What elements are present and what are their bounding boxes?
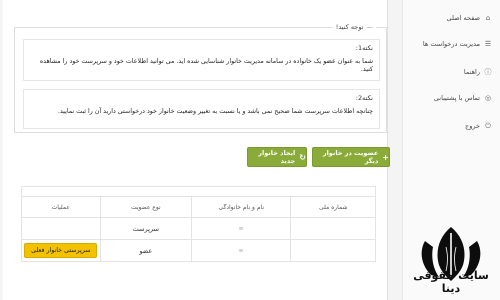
table-row: سرپرست <box>22 218 375 240</box>
sidebar-item-label: راهنما <box>463 68 480 76</box>
sidebar-item-support[interactable]: ◎ تماس با پشتیبانی <box>434 94 492 102</box>
create-new-label: ایجاد خانوار جدید <box>258 149 296 165</box>
national-id-cell <box>290 218 375 239</box>
note-text: چنانچه اطلاعات سرپرست شما صحیح نمی باشد … <box>57 108 373 115</box>
note-text: شما به عنوان عضو یک خانواده در سامانه مد… <box>39 58 373 74</box>
join-other-label: عضویت در خانوار دیگر <box>322 149 379 165</box>
note-title: نکته1: <box>355 44 373 52</box>
full-name-cell <box>191 240 290 261</box>
header-national-id: شماره ملی <box>290 197 375 217</box>
current-household-head-button[interactable]: سرپرستی خانوار فعلی <box>24 243 98 258</box>
members-table: شماره ملی نام و نام خانوادگی نوع عضویت ع… <box>21 186 376 262</box>
header-membership: نوع عضویت <box>99 197 191 217</box>
header-actions: عملیات <box>51 203 70 211</box>
membership-cell: عضو <box>99 240 191 261</box>
actions-cell: سرپرستی خانوار فعلی <box>22 240 100 261</box>
sidebar-item-label: خروج <box>465 122 480 130</box>
table-top-spacer <box>22 187 375 197</box>
sidebar-item-home[interactable]: ⌂ صفحه اصلی <box>447 14 492 22</box>
main-panel: — توجه کنید! نکته1: شما به عنوان عضو یک … <box>3 0 390 300</box>
refresh-icon: ↻ <box>299 152 306 162</box>
full-name-cell <box>191 218 290 239</box>
actions-cell <box>22 218 100 239</box>
national-id-cell <box>290 240 375 261</box>
sidebar: ⌂ صفحه اصلی ☰ مدیریت درخواست ها ⓘ راهنما… <box>402 0 500 300</box>
note-box-2: نکته2: چنانچه اطلاعات سرپرست شما صحیح نم… <box>23 89 380 129</box>
join-other-household-button[interactable]: + عضویت در خانوار دیگر <box>312 147 390 167</box>
logout-icon: ⏻ <box>485 121 491 130</box>
notice-fieldset: — توجه کنید! نکته1: شما به عنوان عضو یک … <box>14 23 387 133</box>
header-full-name: نام و نام خانوادگی <box>191 197 290 217</box>
home-icon: ⌂ <box>485 13 491 22</box>
info-icon: ⓘ <box>484 67 492 76</box>
sidebar-item-label: صفحه اصلی <box>446 14 480 22</box>
sidebar-item-requests[interactable]: ☰ مدیریت درخواست ها <box>423 40 492 48</box>
sidebar-item-logout[interactable]: ⏻ خروج <box>465 122 492 130</box>
notice-legend-text: توجه کنید! <box>335 23 364 31</box>
plus-icon: + <box>382 152 389 162</box>
site-logo: سایت حقوقی دینا <box>405 225 497 297</box>
redacted-value <box>239 227 244 230</box>
sidebar-item-help[interactable]: ⓘ راهنما <box>464 68 492 76</box>
dash-icon: — <box>366 23 374 31</box>
table-row: عضو سرپرستی خانوار فعلی <box>22 240 375 261</box>
note-title: نکته2: <box>355 94 373 102</box>
redacted-value <box>239 249 244 252</box>
notice-legend: — توجه کنید! <box>332 23 376 31</box>
table-header-row: شماره ملی نام و نام خانوادگی نوع عضویت ع… <box>22 197 375 218</box>
logo-text: سایت حقوقی دینا <box>413 269 489 295</box>
note-box-1: نکته1: شما به عنوان عضو یک خانواده در سا… <box>23 39 380 81</box>
create-household-button[interactable]: ↻ ایجاد خانوار جدید <box>247 147 307 167</box>
list-icon: ☰ <box>484 39 492 48</box>
membership-cell: سرپرست <box>99 218 191 239</box>
sidebar-item-label: تماس با پشتیبانی <box>433 94 480 102</box>
sidebar-item-label: مدیریت درخواست ها <box>422 40 480 48</box>
support-icon: ◎ <box>484 93 492 102</box>
